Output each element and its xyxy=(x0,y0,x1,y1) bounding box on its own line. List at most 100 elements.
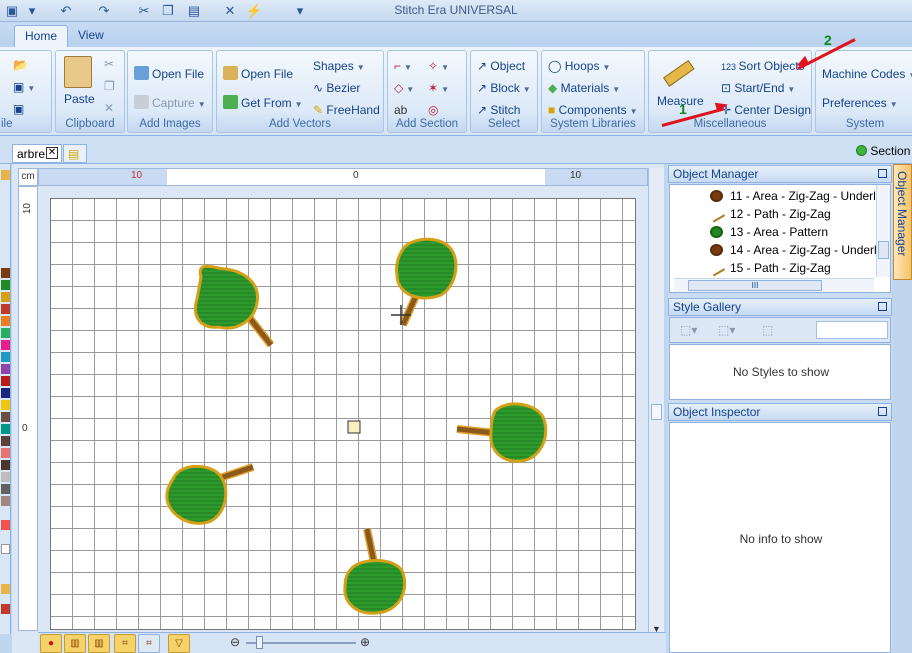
tree-2[interactable] xyxy=(395,237,458,327)
palette-swatch[interactable] xyxy=(1,376,10,386)
list-item[interactable]: 12 - Path - Zig-Zag xyxy=(707,205,831,223)
palette-swatch[interactable] xyxy=(1,304,10,314)
design-center-marker[interactable] xyxy=(347,420,361,434)
tree-5[interactable] xyxy=(343,528,407,615)
record-icon[interactable]: ● xyxy=(40,634,62,653)
list-item[interactable]: 15 - Path - Zig-Zag xyxy=(707,259,831,277)
color-palette[interactable] xyxy=(0,164,11,634)
sort-objects-button[interactable]: 123 Sort Objects xyxy=(721,58,805,75)
outline-view-icon[interactable]: ⌗ xyxy=(114,634,136,653)
palette-swatch[interactable] xyxy=(1,364,10,374)
section-line-icon[interactable]: ⌐ ▼ xyxy=(394,58,412,76)
palette-swatch[interactable] xyxy=(1,424,10,434)
panel-close-icon[interactable] xyxy=(878,302,887,311)
select-group: ↗ Object ↗ Block ▼ ↗ Stitch Select xyxy=(470,50,538,133)
open-image-button[interactable]: Open File xyxy=(134,66,204,82)
list-item[interactable]: 13 - Area - Pattern xyxy=(710,223,828,241)
style-search-input[interactable] xyxy=(816,321,888,339)
open-icon[interactable]: 📂 xyxy=(13,57,28,73)
tab-home[interactable]: Home xyxy=(14,25,69,47)
scroll-thumb[interactable] xyxy=(878,241,889,259)
save-menu-icon[interactable]: ▣ ▼ xyxy=(13,79,35,97)
palette-swatch[interactable] xyxy=(1,472,10,482)
document-tab-bar: arbre ✕ ▤ Section xyxy=(0,136,912,164)
palette-swatch[interactable] xyxy=(1,436,10,446)
section-monogram-icon[interactable]: ◎ xyxy=(428,102,438,118)
node-view-icon[interactable]: ⌗ xyxy=(138,634,160,653)
palette-swatch[interactable] xyxy=(1,340,10,350)
start-end-button[interactable]: ⊡ Start/End ▼ xyxy=(721,80,795,98)
tab-view[interactable]: View xyxy=(68,25,114,47)
palette-swatch[interactable] xyxy=(1,604,10,614)
canvas-vertical-scrollbar[interactable]: ▼ xyxy=(648,168,664,638)
panel-close-icon[interactable] xyxy=(878,169,887,178)
palette-swatch[interactable] xyxy=(1,496,10,506)
select-block-button[interactable]: ↗ Block ▼ xyxy=(477,80,531,98)
paste-icon[interactable] xyxy=(64,56,92,88)
close-tab-icon[interactable]: ✕ xyxy=(46,147,58,159)
shapes-button[interactable]: Shapes ▼ xyxy=(313,58,365,76)
palette-swatch[interactable] xyxy=(1,484,10,494)
palette-swatch[interactable] xyxy=(1,460,10,470)
palette-swatch[interactable] xyxy=(1,352,10,362)
palette-swatch[interactable] xyxy=(1,328,10,338)
machine-codes-button[interactable]: Machine Codes▼ xyxy=(822,66,912,84)
section-text-icon[interactable]: ab xyxy=(394,102,407,118)
select-stitch-button[interactable]: ↗ Stitch xyxy=(477,102,520,118)
zoom-out-icon[interactable]: ⊖ xyxy=(230,635,240,649)
palette-swatch[interactable] xyxy=(1,412,10,422)
object-manager-hscroll[interactable]: III xyxy=(674,278,874,292)
ribbon-tabs: Home View xyxy=(0,22,912,47)
center-design-button[interactable]: ✛ Center Design xyxy=(721,102,811,118)
palette-swatch[interactable] xyxy=(1,280,10,290)
get-from-button[interactable]: Get From ▼ xyxy=(223,95,303,113)
section-star-icon[interactable]: ✶ ▼ xyxy=(428,80,449,98)
save-all-icon[interactable]: ▣ xyxy=(13,101,24,117)
scroll-thumb[interactable] xyxy=(651,404,662,420)
preferences-button[interactable]: Preferences ▼ xyxy=(822,95,898,113)
palette-swatch[interactable] xyxy=(1,544,10,554)
panel-close-icon[interactable] xyxy=(878,407,887,416)
palette-swatch[interactable] xyxy=(1,520,10,530)
filter-icon[interactable]: ▽ xyxy=(168,634,190,653)
stitch-view-icon[interactable]: ▥ xyxy=(64,634,86,653)
palette-swatch[interactable] xyxy=(1,400,10,410)
palette-swatch[interactable] xyxy=(1,388,10,398)
materials-button[interactable]: ◆ Materials ▼ xyxy=(548,80,620,98)
zoom-in-icon[interactable]: ⊕ xyxy=(360,635,370,649)
design-grid[interactable] xyxy=(50,198,636,630)
hoops-button[interactable]: ◯ Hoops ▼ xyxy=(548,58,610,76)
new-tab-button[interactable]: ▤ xyxy=(63,144,87,163)
list-item[interactable]: 11 - Area - Zig-Zag - Underlay xyxy=(710,187,889,205)
add-images-group: Open File Capture ▼ Add Images xyxy=(127,50,213,133)
tree-3[interactable] xyxy=(456,402,548,463)
palette-swatch[interactable] xyxy=(1,170,10,180)
list-item[interactable]: 14 - Area - Zig-Zag - Underlay xyxy=(710,241,889,259)
section-area-icon[interactable]: ◇ ▼ xyxy=(394,80,414,98)
zoom-slider-thumb[interactable] xyxy=(256,636,263,649)
object-inspector-header: Object Inspector xyxy=(668,403,892,421)
palette-swatch[interactable] xyxy=(1,268,10,278)
freehand-button[interactable]: ✎ FreeHand xyxy=(313,102,380,118)
file-group: 📂 ▣ ▼ ▣ ile xyxy=(0,50,52,133)
bezier-button[interactable]: ∿ Bezier xyxy=(313,80,360,96)
stitch-density-icon[interactable]: ▥ xyxy=(88,634,110,653)
palette-swatch[interactable] xyxy=(1,584,10,594)
palette-swatch[interactable] xyxy=(1,292,10,302)
title-bar: ▣ ▾ ↶ ↷ ✂ ❐ ▤ ✕ ⚡ ▾ Stitch Era UNIVERSAL xyxy=(0,0,912,22)
area-brown-icon xyxy=(710,190,723,202)
object-manager-vscroll[interactable] xyxy=(876,185,890,277)
object-manager-side-tab[interactable]: Object Manager xyxy=(893,164,912,280)
tree-4[interactable] xyxy=(165,463,255,525)
open-vector-button[interactable]: Open File xyxy=(223,66,293,82)
palette-swatch[interactable] xyxy=(1,448,10,458)
doc-tab-arbre[interactable]: arbre ✕ xyxy=(12,144,62,163)
scroll-thumb[interactable]: III xyxy=(688,280,822,291)
tree-1[interactable] xyxy=(194,264,275,348)
section-shape-icon[interactable]: ✧ ▼ xyxy=(428,58,449,76)
v-tick-label: 10 xyxy=(22,203,33,215)
select-object-button[interactable]: ↗ Object xyxy=(477,58,525,74)
palette-swatch[interactable] xyxy=(1,316,10,326)
paste-button[interactable]: Paste xyxy=(64,91,95,107)
measure-icon[interactable] xyxy=(661,57,695,91)
